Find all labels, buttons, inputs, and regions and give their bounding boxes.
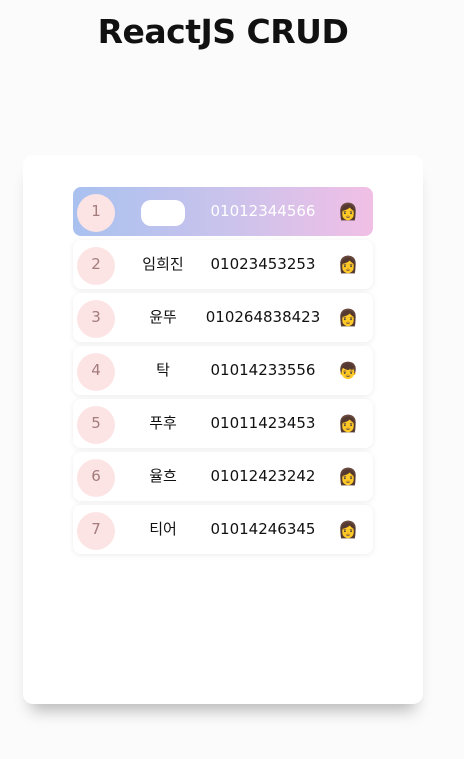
- contact-phone: 01023453253: [210, 255, 316, 273]
- contact-phone: 010264838423: [205, 308, 321, 326]
- contact-name: 탁: [156, 361, 170, 379]
- contact-name: 임희진: [142, 255, 184, 273]
- woman-avatar-icon: 👩: [338, 467, 358, 486]
- woman-avatar-icon: 👩: [338, 414, 358, 433]
- row-number-badge: 4: [77, 353, 115, 391]
- contact-row[interactable]: 3 윤뚜 010264838423 👩: [73, 293, 373, 342]
- contact-phone: 01014246345: [210, 520, 316, 538]
- row-number-badge: 2: [77, 247, 115, 285]
- page: ReactJS CRUD 1 01012344566 👩 2 임희진 01023…: [0, 0, 464, 759]
- contact-phone: 01012344566: [210, 202, 316, 220]
- name-edit-input[interactable]: [141, 200, 185, 226]
- contact-name: 윤뚜: [149, 308, 177, 326]
- row-number-badge: 5: [77, 406, 115, 444]
- contact-row[interactable]: 6 율흐 01012423242 👩: [73, 452, 373, 501]
- boy-avatar-icon: 👦: [338, 361, 358, 380]
- contact-phone: 01014233556: [210, 361, 316, 379]
- contact-row[interactable]: 2 임희진 01023453253 👩: [73, 240, 373, 289]
- woman-avatar-icon: 👩: [338, 202, 358, 221]
- contact-name: 율흐: [149, 467, 177, 485]
- page-title: ReactJS CRUD: [97, 12, 349, 51]
- row-number-badge: 7: [77, 512, 115, 550]
- contact-phone: 01012423242: [210, 467, 316, 485]
- woman-avatar-icon: 👩: [338, 255, 358, 274]
- contact-row-selected[interactable]: 1 01012344566 👩: [73, 187, 373, 236]
- contact-card: 1 01012344566 👩 2 임희진 01023453253 👩 3 윤뚜…: [23, 155, 423, 704]
- contact-list: 1 01012344566 👩 2 임희진 01023453253 👩 3 윤뚜…: [73, 187, 373, 558]
- contact-name: 푸후: [149, 414, 177, 432]
- contact-phone: 01011423453: [210, 414, 316, 432]
- contact-name: 티어: [149, 520, 177, 538]
- contact-row[interactable]: 7 티어 01014246345 👩: [73, 505, 373, 554]
- row-number-badge: 1: [77, 194, 115, 232]
- row-number-badge: 6: [77, 459, 115, 497]
- contact-row[interactable]: 4 탁 01014233556 👦: [73, 346, 373, 395]
- woman-avatar-icon: 👩: [338, 520, 358, 539]
- row-number-badge: 3: [77, 300, 115, 338]
- contact-row[interactable]: 5 푸후 01011423453 👩: [73, 399, 373, 448]
- woman-avatar-icon: 👩: [338, 308, 358, 327]
